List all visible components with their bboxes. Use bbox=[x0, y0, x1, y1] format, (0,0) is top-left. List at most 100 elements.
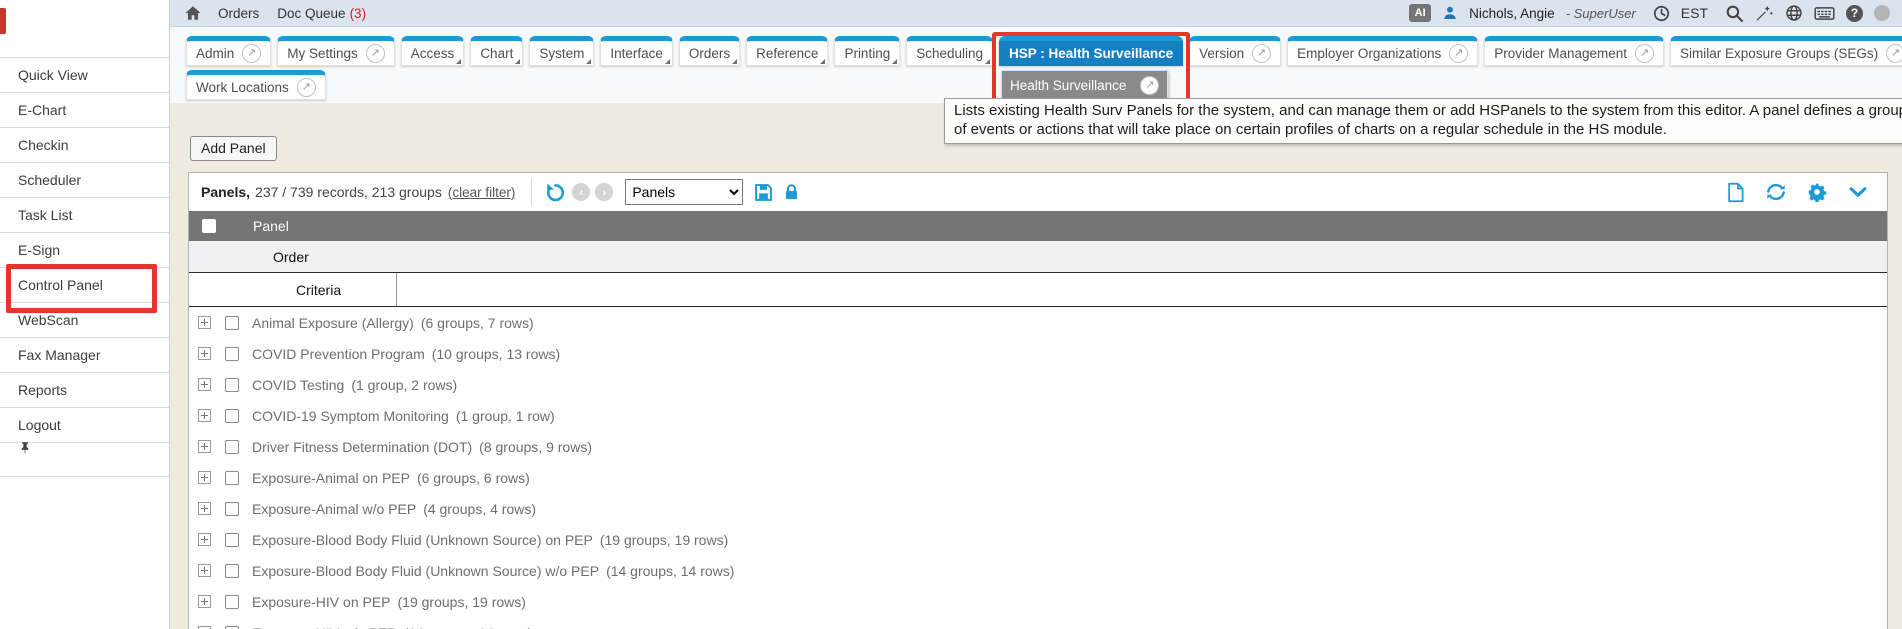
expand-row-icon[interactable] bbox=[198, 471, 211, 484]
records-summary: 237 / 739 records, 213 groups bbox=[255, 184, 442, 200]
sidebar-item-webscan[interactable]: WebScan bbox=[0, 302, 169, 337]
panel-name[interactable]: COVID Testing bbox=[252, 377, 344, 393]
row-checkbox[interactable] bbox=[225, 533, 239, 547]
home-icon[interactable] bbox=[184, 4, 202, 22]
panel-counts: (1 group, 2 rows) bbox=[351, 377, 457, 393]
tab-hsp-health-surveillance[interactable]: HSP : Health Surveillance bbox=[999, 36, 1183, 66]
search-icon[interactable] bbox=[1725, 4, 1744, 23]
row-checkbox[interactable] bbox=[225, 595, 239, 609]
new-document-icon[interactable] bbox=[1726, 182, 1745, 203]
sidebar-item-reports[interactable]: Reports bbox=[0, 372, 169, 407]
tab-work-locations[interactable]: Work Locations ↗ bbox=[186, 70, 326, 100]
globe-icon[interactable] bbox=[1785, 4, 1803, 22]
row-checkbox[interactable] bbox=[225, 347, 239, 361]
help-icon[interactable]: ? bbox=[1846, 5, 1863, 22]
open-in-window-icon[interactable]: ↗ bbox=[1140, 76, 1159, 95]
clock-icon[interactable] bbox=[1653, 5, 1670, 22]
sidebar-item-quick-view[interactable]: Quick View bbox=[0, 57, 169, 92]
row-checkbox[interactable] bbox=[225, 409, 239, 423]
tab-interface[interactable]: Interface bbox=[600, 36, 673, 66]
select-all-checkbox[interactable] bbox=[202, 219, 216, 233]
panel-name[interactable]: Exposure-HIV on PEP bbox=[252, 594, 391, 610]
panel-name[interactable]: Exposure-Blood Body Fluid (Unknown Sourc… bbox=[252, 532, 593, 548]
submenu-corner-icon bbox=[665, 59, 670, 64]
submenu-corner-icon bbox=[456, 59, 461, 64]
tab-scheduling[interactable]: Scheduling bbox=[906, 36, 993, 66]
tab-similar-exposure-groups-segs[interactable]: Similar Exposure Groups (SEGs) ↗ bbox=[1670, 36, 1902, 66]
row-checkbox[interactable] bbox=[225, 471, 239, 485]
open-in-window-icon[interactable]: ↗ bbox=[242, 44, 261, 63]
tab-version[interactable]: Version ↗ bbox=[1189, 36, 1281, 66]
sidebar-item-e-chart[interactable]: E-Chart bbox=[0, 92, 169, 127]
expand-row-icon[interactable] bbox=[198, 316, 211, 329]
sidebar-pin-button[interactable] bbox=[0, 442, 169, 477]
sidebar-item-task-list[interactable]: Task List bbox=[0, 197, 169, 232]
row-checkbox[interactable] bbox=[225, 626, 239, 629]
expand-row-icon[interactable] bbox=[198, 564, 211, 577]
ai-badge[interactable]: AI bbox=[1409, 4, 1431, 22]
row-checkbox[interactable] bbox=[225, 564, 239, 578]
tooltip-line-1: Lists existing Health Surv Panels for th… bbox=[954, 101, 1902, 120]
sidebar-item-fax-manager[interactable]: Fax Manager bbox=[0, 337, 169, 372]
pin-icon bbox=[18, 440, 32, 455]
magic-wand-icon[interactable] bbox=[1755, 4, 1774, 23]
expand-row-icon[interactable] bbox=[198, 440, 211, 453]
breadcrumb-orders[interactable]: Orders bbox=[218, 6, 259, 21]
user-name[interactable]: Nichols, Angie bbox=[1469, 6, 1555, 21]
tab-label: Printing bbox=[844, 46, 890, 61]
panel-name[interactable]: Exposure-Animal on PEP bbox=[252, 470, 410, 486]
gear-icon[interactable] bbox=[1807, 182, 1827, 202]
add-panel-button[interactable]: Add Panel bbox=[190, 136, 277, 161]
expand-row-icon[interactable] bbox=[198, 409, 211, 422]
tab-orders[interactable]: Orders bbox=[679, 36, 740, 66]
tab-admin[interactable]: Admin ↗ bbox=[186, 36, 271, 66]
refresh-icon[interactable] bbox=[1765, 181, 1787, 203]
open-in-window-icon[interactable]: ↗ bbox=[1886, 44, 1902, 63]
open-in-window-icon[interactable]: ↗ bbox=[1449, 44, 1468, 63]
expand-row-icon[interactable] bbox=[198, 595, 211, 608]
tab-access[interactable]: Access bbox=[401, 36, 465, 66]
tab-chart[interactable]: Chart bbox=[470, 36, 523, 66]
panel-name[interactable]: Animal Exposure (Allergy) bbox=[252, 315, 414, 331]
save-icon[interactable] bbox=[753, 182, 774, 203]
menu-item-label: Health Surveillance bbox=[1010, 78, 1126, 93]
expand-row-icon[interactable] bbox=[198, 378, 211, 391]
row-checkbox[interactable] bbox=[225, 440, 239, 454]
sidebar-item-scheduler[interactable]: Scheduler bbox=[0, 162, 169, 197]
tab-provider-management[interactable]: Provider Management ↗ bbox=[1484, 36, 1664, 66]
sidebar-item-checkin[interactable]: Checkin bbox=[0, 127, 169, 162]
tab-printing[interactable]: Printing bbox=[834, 36, 900, 66]
panel-name[interactable]: Exposure-HIV w/o PEP bbox=[252, 625, 397, 629]
tab-system[interactable]: System bbox=[529, 36, 594, 66]
tab-reference[interactable]: Reference bbox=[746, 36, 828, 66]
tab-employer-organizations[interactable]: Employer Organizations ↗ bbox=[1287, 36, 1478, 66]
menu-item-health-surveillance[interactable]: Health Surveillance ↗ bbox=[1001, 70, 1168, 100]
panel-name[interactable]: COVID Prevention Program bbox=[252, 346, 425, 362]
row-checkbox[interactable] bbox=[225, 316, 239, 330]
sidebar-item-logout[interactable]: Logout bbox=[0, 407, 169, 442]
panel-name[interactable]: COVID-19 Symptom Monitoring bbox=[252, 408, 449, 424]
open-in-window-icon[interactable]: ↗ bbox=[1635, 44, 1654, 63]
expand-row-icon[interactable] bbox=[198, 347, 211, 360]
open-in-window-icon[interactable]: ↗ bbox=[297, 78, 316, 97]
tab-my-settings[interactable]: My Settings ↗ bbox=[277, 36, 395, 66]
expand-row-icon[interactable] bbox=[198, 502, 211, 515]
row-checkbox[interactable] bbox=[225, 502, 239, 516]
undo-icon[interactable] bbox=[544, 181, 567, 204]
clear-filter-link[interactable]: (clear filter) bbox=[448, 185, 516, 200]
expand-row-icon[interactable] bbox=[198, 533, 211, 546]
row-checkbox[interactable] bbox=[225, 378, 239, 392]
open-in-window-icon[interactable]: ↗ bbox=[366, 44, 385, 63]
lock-icon[interactable] bbox=[782, 182, 801, 202]
open-in-window-icon[interactable]: ↗ bbox=[1252, 44, 1271, 63]
view-select[interactable]: Panels bbox=[625, 179, 743, 205]
panel-name[interactable]: Driver Fitness Determination (DOT) bbox=[252, 439, 472, 455]
tab-label: Access bbox=[411, 46, 455, 61]
keyboard-icon[interactable] bbox=[1814, 5, 1835, 22]
panel-name[interactable]: Exposure-Animal w/o PEP bbox=[252, 501, 416, 517]
sidebar-item-e-sign[interactable]: E-Sign bbox=[0, 232, 169, 267]
collapse-chevron-icon[interactable] bbox=[1847, 181, 1869, 203]
panel-name[interactable]: Exposure-Blood Body Fluid (Unknown Sourc… bbox=[252, 563, 599, 579]
sidebar-item-control-panel[interactable]: Control Panel bbox=[0, 267, 169, 302]
breadcrumb-doc-queue[interactable]: Doc Queue bbox=[277, 6, 345, 21]
